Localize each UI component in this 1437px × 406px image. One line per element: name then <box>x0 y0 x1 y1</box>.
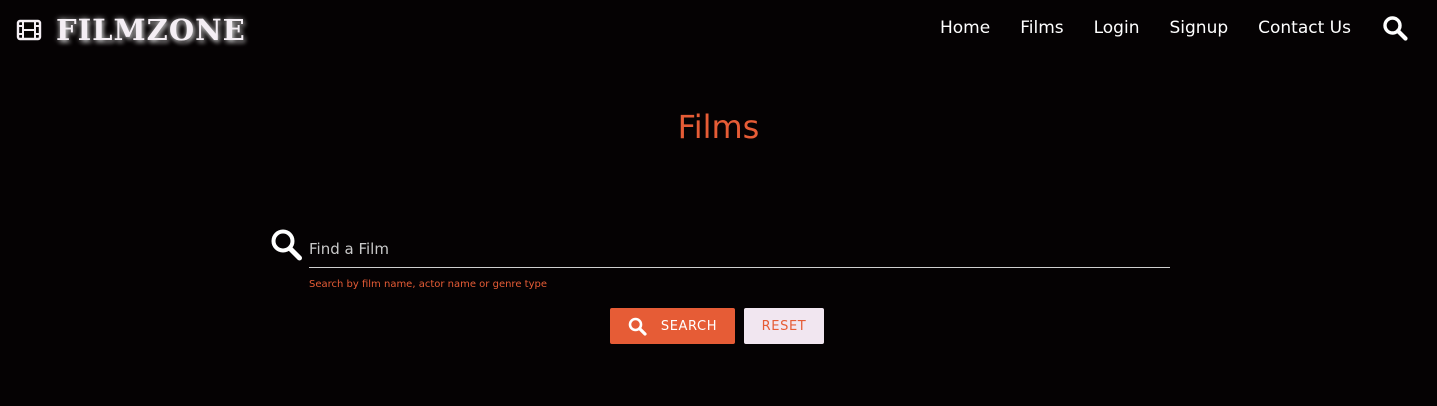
main-nav: Home Films Login Signup Contact Us <box>940 14 1409 42</box>
nav-login[interactable]: Login <box>1094 18 1140 38</box>
search-icon <box>628 317 647 336</box>
brand-name: FILMZONE <box>56 12 246 47</box>
search-helper-text: Search by film name, actor name or genre… <box>309 279 547 290</box>
page-title: Films <box>677 108 760 146</box>
search-icon <box>270 228 303 262</box>
nav-signup[interactable]: Signup <box>1169 18 1228 38</box>
reset-button[interactable]: RESET <box>744 308 824 344</box>
search-button-label: SEARCH <box>660 318 718 334</box>
site-header: FILMZONE Home Films Login Signup Contact… <box>0 0 1437 58</box>
search-icon[interactable] <box>1381 14 1409 42</box>
film-icon <box>16 19 42 41</box>
brand-logo-link[interactable]: FILMZONE <box>16 12 246 48</box>
nav-films[interactable]: Films <box>1020 18 1063 38</box>
nav-contact-us[interactable]: Contact Us <box>1258 18 1351 38</box>
nav-home[interactable]: Home <box>940 18 990 38</box>
search-button[interactable]: SEARCH <box>610 308 735 344</box>
film-search-input[interactable] <box>309 230 1170 268</box>
film-search-field: Search by film name, actor name or genre… <box>270 226 1170 296</box>
